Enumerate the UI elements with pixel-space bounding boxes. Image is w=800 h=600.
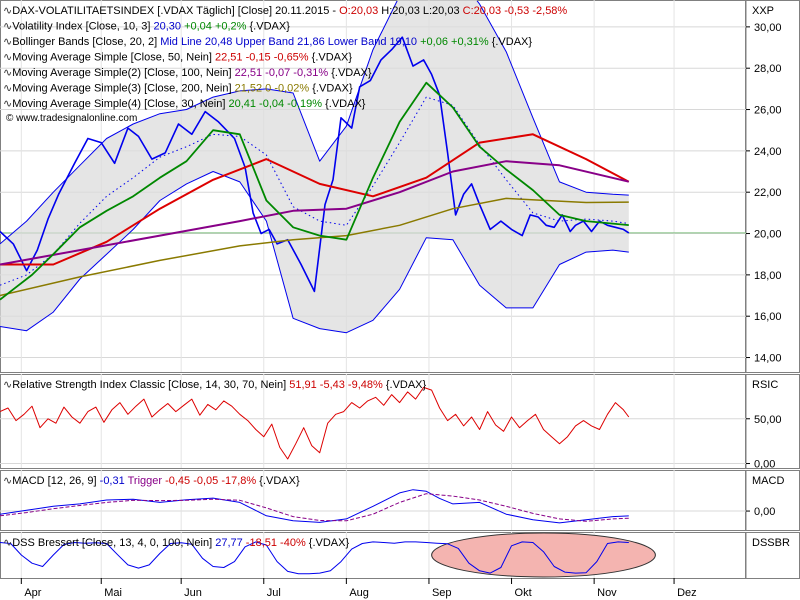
main-legend-line-6-segment-1: 20,41 -0,04 -0,19% — [228, 98, 322, 110]
tick-label-price-7: 28,00 — [754, 63, 782, 75]
dss-legend-line-0-segment-3: {.VDAX} — [306, 537, 350, 549]
main-legend-line-1-segment-1: 20,30 — [153, 21, 184, 33]
rsi-legend-line-0: ∿Relative Strength Index Classic [Close,… — [3, 379, 427, 391]
tick-label-price-4: 22,00 — [754, 187, 782, 199]
main-legend-line-1-segment-0: Volatility Index [Close, 10, 3] — [12, 21, 153, 33]
vdax-chart: 14,00 16,00 18,00 20,00 22,00 24,00 26,00 28,00… — [0, 0, 800, 600]
main-legend-line-6-segment-2: {.VDAX} — [322, 98, 366, 110]
axis-label-price: XXP — [752, 5, 774, 17]
main-legend-line-3: ∿Moving Average Simple [Close, 50, Nein]… — [3, 52, 352, 64]
main-legend-line-5-segment-2: {.VDAX} — [309, 83, 353, 95]
main-legend-line-6-segment-0: Moving Average Simple(4) [Close, 30, Nei… — [12, 98, 228, 110]
x-tick-label-2: Jun — [184, 587, 202, 599]
main-legend-line-6: ∿Moving Average Simple(4) [Close, 30, Ne… — [3, 98, 366, 110]
dss-legend-line-0-segment-0: DSS Bressert [Close, 13, 4, 0, 100, Nein… — [12, 537, 215, 549]
main-legend-line-5-segment-0: Moving Average Simple(3) [Close, 200, Ne… — [12, 83, 234, 95]
main-legend-line-2: ∿Bollinger Bands [Close, 20, 2] Mid Line… — [3, 36, 532, 48]
main-legend-line-4-segment-1: 22,51 -0,07 -0,31% — [235, 67, 329, 79]
macd-legend-line-0-icon: ∿ — [3, 475, 12, 487]
rsi-legend-line-0-segment-1: 51,91 -5,43 -9,48% — [289, 379, 383, 391]
dss-legend-line-0-icon: ∿ — [3, 537, 12, 549]
tick-label-price-0: 14,00 — [754, 353, 782, 365]
tick-label-rsi-1: 50,00 — [754, 414, 782, 426]
tick-label-rsi-0: 0,00 — [754, 459, 775, 471]
main-legend-line-4-icon: ∿ — [3, 67, 12, 79]
main-legend-line-1-segment-2: +0,04 +0,2% — [184, 21, 247, 33]
rsi-legend-line-0-icon: ∿ — [3, 379, 12, 391]
main-legend-line-4-segment-2: {.VDAX} — [328, 67, 372, 79]
main-legend-line-5: ∿Moving Average Simple(3) [Close, 200, N… — [3, 83, 353, 95]
main-legend-line-5-segment-1: 21,52 0 -0,02% — [235, 83, 310, 95]
main-legend-line-0-icon: ∿ — [3, 5, 12, 17]
x-tick-label-5: Sep — [432, 587, 452, 599]
axis-label-dss: DSSBR — [752, 537, 790, 549]
main-legend-line-1-segment-3: {.VDAX} — [246, 21, 290, 33]
main-legend-line-6-icon: ∿ — [3, 98, 12, 110]
main-legend-line-2-segment-1: Mid Line 20,48 Upper Band 21,86 Lower Ba… — [160, 36, 420, 48]
x-tick-label-1: Mai — [104, 587, 122, 599]
main-legend-line-0-segment-0: DAX-VOLATILITAETSINDEX [.VDAX Täglich] [… — [12, 5, 339, 17]
tick-label-price-8: 30,00 — [754, 22, 782, 34]
x-tick-label-8: Dez — [677, 587, 697, 599]
rsi-legend-line-0-segment-0: Relative Strength Index Classic [Close, … — [12, 379, 289, 391]
x-tick-label-3: Jul — [267, 587, 281, 599]
main-legend-line-0: ∿DAX-VOLATILITAETSINDEX [.VDAX Täglich] … — [3, 5, 567, 17]
main-legend-line-5-icon: ∿ — [3, 83, 12, 95]
tick-label-price-3: 20,00 — [754, 229, 782, 241]
dss-legend-line-0: ∿DSS Bressert [Close, 13, 4, 0, 100, Nei… — [3, 537, 349, 549]
main-legend-line-2-segment-0: Bollinger Bands [Close, 20, 2] — [12, 36, 160, 48]
main-legend-line-2-icon: ∿ — [3, 36, 12, 48]
x-tick-label-0: Apr — [24, 587, 41, 599]
tick-label-macd-0: 0,00 — [754, 506, 775, 518]
axis-label-macd: MACD — [752, 475, 784, 487]
main-legend-line-2-segment-3: {.VDAX} — [489, 36, 533, 48]
main-legend-line-4-segment-0: Moving Average Simple(2) [Close, 100, Ne… — [12, 67, 234, 79]
main-legend-line-3-segment-1: 22,51 -0,15 -0,65% — [215, 52, 309, 64]
axis-label-rsi: RSIC — [752, 379, 778, 391]
dss-legend-line-0-segment-2: -18,51 -40% — [246, 537, 306, 549]
macd-legend-line-0-segment-2: Trigger — [125, 475, 165, 487]
main-legend-line-3-icon: ∿ — [3, 52, 12, 64]
macd-legend-line-0-segment-1: -0,31 — [100, 475, 125, 487]
macd-legend-line-0-segment-3: -0,45 -0,05 -17,8% — [165, 475, 256, 487]
main-legend-line-0-segment-2: H:20,03 L:20,03 — [378, 5, 462, 17]
dss-highlight-ellipse — [432, 533, 656, 577]
macd-legend-line-0-segment-4: {.VDAX} — [256, 475, 300, 487]
tick-label-price-1: 16,00 — [754, 311, 782, 323]
x-tick-label-6: Okt — [515, 587, 532, 599]
main-legend-line-0-segment-1: O:20,03 — [339, 5, 378, 17]
macd-legend-line-0: ∿MACD [12, 26, 9] -0,31 Trigger -0,45 -0… — [3, 475, 300, 487]
x-tick-label-4: Aug — [349, 587, 369, 599]
main-legend-line-3-segment-0: Moving Average Simple [Close, 50, Nein] — [12, 52, 215, 64]
x-tick-label-7: Nov — [597, 587, 617, 599]
tick-label-price-6: 26,00 — [754, 105, 782, 117]
main-legend-line-3-segment-2: {.VDAX} — [309, 52, 353, 64]
main-legend-line-0-segment-3: C:20,03 -0,53 -2,58% — [463, 5, 568, 17]
main-legend-line-1: ∿Volatility Index [Close, 10, 3] 20,30 +… — [3, 21, 290, 33]
dss-legend-line-0-segment-1: 27,77 — [215, 537, 246, 549]
main-legend-line-1-icon: ∿ — [3, 21, 12, 33]
watermark: © www.tradesignalonline.com — [6, 113, 137, 124]
rsi-legend-line-0-segment-2: {.VDAX} — [383, 379, 427, 391]
tick-label-price-5: 24,00 — [754, 146, 782, 158]
macd-legend-line-0-segment-0: MACD [12, 26, 9] — [12, 475, 99, 487]
tick-label-price-2: 18,00 — [754, 270, 782, 282]
main-legend-line-4: ∿Moving Average Simple(2) [Close, 100, N… — [3, 67, 372, 79]
main-legend-line-2-segment-2: +0,06 +0,31% — [420, 36, 489, 48]
